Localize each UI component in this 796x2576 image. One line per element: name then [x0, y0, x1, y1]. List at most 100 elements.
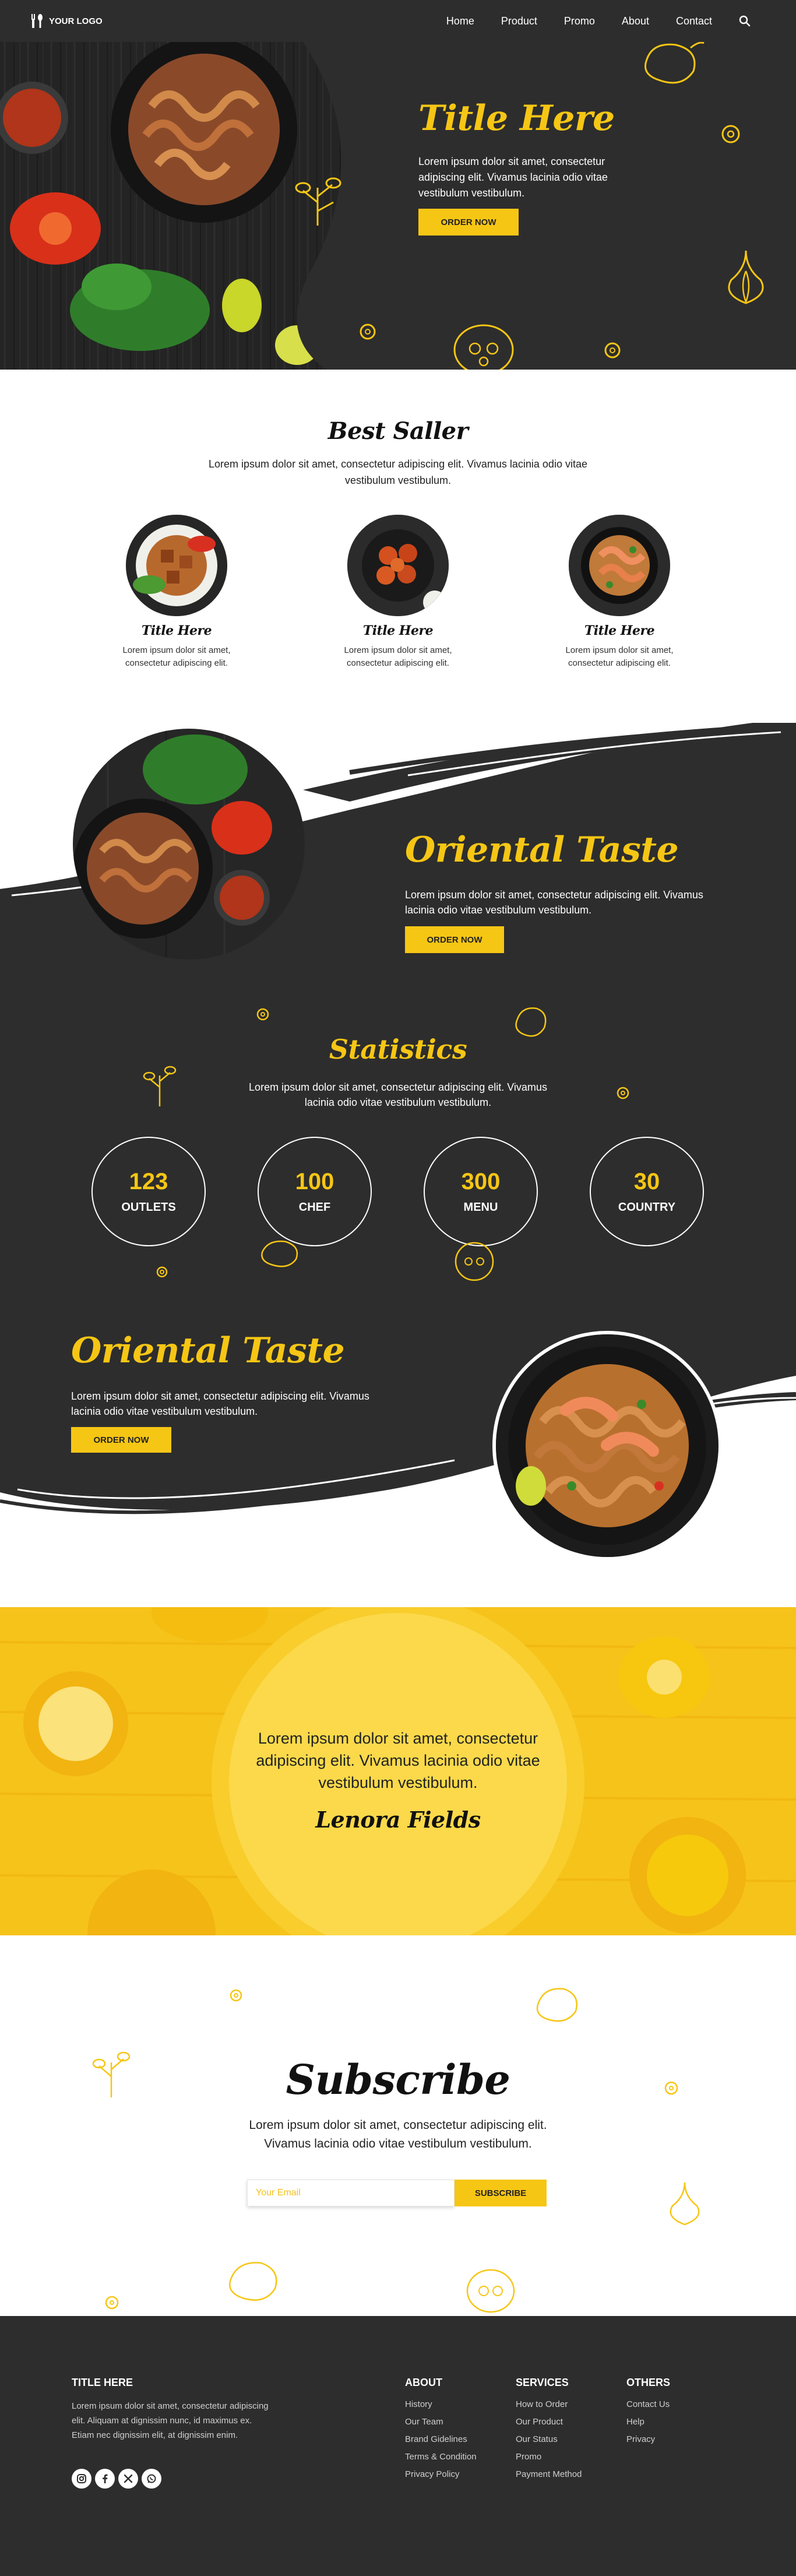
testimonial-quote: Lorem ipsum dolor sit amet, consectetur …	[256, 1730, 540, 1791]
fork-spoon-logo-icon	[31, 14, 43, 28]
pepper-doodle-icon	[644, 42, 705, 84]
stat-chef: 100 CHEF	[258, 1137, 372, 1246]
testimonial-author: Lenora Fields	[315, 1807, 481, 1833]
nav-about[interactable]: About	[622, 15, 649, 27]
stat-label: OUTLETS	[121, 1201, 176, 1214]
best-seller-title: Best Saller	[327, 417, 469, 445]
dish-image	[569, 515, 670, 616]
stat-value: 30	[633, 1169, 660, 1194]
best-seller-card[interactable]: Title Here Lorem ipsum dolor sit amet, c…	[328, 515, 468, 670]
footer-link[interactable]: Promo	[516, 2452, 541, 2462]
onion-doodle-icon	[670, 2182, 700, 2226]
nav-product[interactable]: Product	[501, 15, 537, 27]
stat-value: 100	[295, 1169, 334, 1194]
email-input[interactable]	[247, 2180, 455, 2206]
hero-text: Lorem ipsum dolor sit amet, consectetur …	[418, 156, 608, 199]
statistics-title: Statistics	[329, 1034, 467, 1065]
footer-col-others-title: OTHERS	[626, 2377, 671, 2388]
statistics-subtitle: Lorem ipsum dolor sit amet, consectetur …	[249, 1081, 547, 1108]
footer: TITLE HERE Lorem ipsum dolor sit amet, c…	[0, 2316, 796, 2576]
footer-link[interactable]: Our Status	[516, 2434, 558, 2444]
testimonial-section: Lorem ipsum dolor sit amet, consectetur …	[0, 1607, 796, 1935]
footer-col-about-title: ABOUT	[405, 2377, 442, 2388]
tomato-doodle-icon	[466, 2269, 515, 2313]
oriental-order-button-2[interactable]: ORDER NOW	[71, 1427, 171, 1453]
stat-outlets: 123 OUTLETS	[91, 1137, 206, 1246]
slice-doodle-icon	[617, 1087, 629, 1099]
slice-doodle-icon	[256, 1008, 269, 1021]
nav-home[interactable]: Home	[446, 15, 474, 27]
best-seller-card[interactable]: Title Here Lorem ipsum dolor sit amet, c…	[550, 515, 689, 670]
x-icon[interactable]	[118, 2469, 138, 2489]
slice-doodle-icon	[721, 125, 740, 143]
instagram-icon[interactable]	[72, 2469, 91, 2489]
footer-link[interactable]: Privacy Policy	[405, 2469, 459, 2479]
whatsapp-icon[interactable]	[142, 2469, 161, 2489]
dish-description: Lorem ipsum dolor sit amet, consectetur …	[122, 645, 231, 668]
best-seller-card[interactable]: Title Here Lorem ipsum dolor sit amet, c…	[107, 515, 246, 670]
footer-link[interactable]: How to Order	[516, 2399, 568, 2409]
logo[interactable]: YOUR LOGO	[29, 13, 103, 29]
facebook-icon[interactable]	[95, 2469, 115, 2489]
footer-link[interactable]: Our Product	[516, 2417, 563, 2427]
footer-link[interactable]: Contact Us	[626, 2399, 670, 2409]
footer-link[interactable]: Help	[626, 2417, 644, 2427]
nav-contact[interactable]: Contact	[676, 15, 712, 27]
stat-menu: 300 MENU	[424, 1137, 538, 1246]
oriental-taste-text: Lorem ipsum dolor sit amet, consectetur …	[405, 889, 703, 916]
tomato-doodle-icon	[455, 1242, 494, 1281]
slice-doodle-icon	[604, 342, 621, 359]
hero-title: Title Here	[418, 98, 615, 139]
best-seller-subtitle: Lorem ipsum dolor sit amet, consectetur …	[209, 458, 587, 486]
tomato-doodle-icon	[453, 324, 514, 370]
footer-link[interactable]: Brand Gidelines	[405, 2434, 467, 2444]
slice-doodle-icon	[156, 1266, 168, 1278]
dish-image	[126, 515, 227, 616]
search-icon[interactable]	[739, 15, 751, 27]
herb-doodle-icon	[295, 177, 341, 226]
pepper-doodle-icon	[261, 1240, 298, 1267]
stat-country: 30 COUNTRY	[590, 1137, 704, 1246]
top-navbar: YOUR LOGO Home Product Promo About Conta…	[0, 0, 796, 42]
main-menu: Home Product Promo About Contact	[446, 15, 751, 27]
footer-link[interactable]: Privacy	[626, 2434, 655, 2444]
oriental-taste-title: Oriental Taste	[405, 830, 679, 870]
footer-link[interactable]: Terms & Condition	[405, 2452, 477, 2462]
dish-name: Title Here	[584, 623, 655, 638]
oriental-order-button[interactable]: ORDER NOW	[405, 926, 504, 953]
oriental-food-image	[73, 729, 305, 960]
slice-doodle-icon	[105, 2296, 119, 2310]
slice-doodle-icon	[360, 324, 376, 340]
onion-doodle-icon	[728, 250, 764, 304]
footer-link[interactable]: History	[405, 2399, 432, 2409]
footer-link[interactable]: Our Team	[405, 2417, 443, 2427]
stat-label: CHEF	[298, 1201, 331, 1214]
subscribe-text: Lorem ipsum dolor sit amet, consectetur …	[249, 2118, 547, 2150]
nav-promo[interactable]: Promo	[564, 15, 595, 27]
dish-description: Lorem ipsum dolor sit amet, consectetur …	[344, 645, 452, 668]
oriental-taste-text-2: Lorem ipsum dolor sit amet, consectetur …	[71, 1390, 369, 1417]
footer-col-services-title: SERVICES	[516, 2377, 569, 2388]
footer-text: Lorem ipsum dolor sit amet, consectetur …	[72, 2401, 269, 2440]
stat-label: COUNTRY	[618, 1201, 676, 1214]
herb-doodle-icon	[143, 1066, 177, 1106]
pepper-doodle-icon	[229, 2262, 277, 2301]
logo-text: YOUR LOGO	[49, 16, 103, 26]
hero-section: Title Here Lorem ipsum dolor sit amet, c…	[0, 42, 796, 370]
social-links	[72, 2469, 161, 2489]
dish-image	[347, 515, 449, 616]
footer-link[interactable]: Payment Method	[516, 2469, 582, 2479]
stat-value: 300	[461, 1169, 501, 1194]
shrimp-noodle-image	[492, 1331, 722, 1561]
stat-value: 123	[129, 1169, 168, 1194]
oriental-taste-title-2: Oriental Taste	[71, 1330, 345, 1371]
dish-name: Title Here	[141, 623, 212, 638]
hero-order-button[interactable]: ORDER NOW	[418, 209, 519, 236]
pepper-doodle-icon	[536, 1988, 577, 2022]
stat-label: MENU	[463, 1201, 498, 1214]
subscribe-button[interactable]: SUBSCRIBE	[455, 2180, 547, 2206]
dish-name: Title Here	[362, 623, 434, 638]
slice-doodle-icon	[230, 1989, 242, 2002]
subscribe-title: Subscribe	[286, 2055, 510, 2104]
dish-description: Lorem ipsum dolor sit amet, consectetur …	[565, 645, 674, 668]
